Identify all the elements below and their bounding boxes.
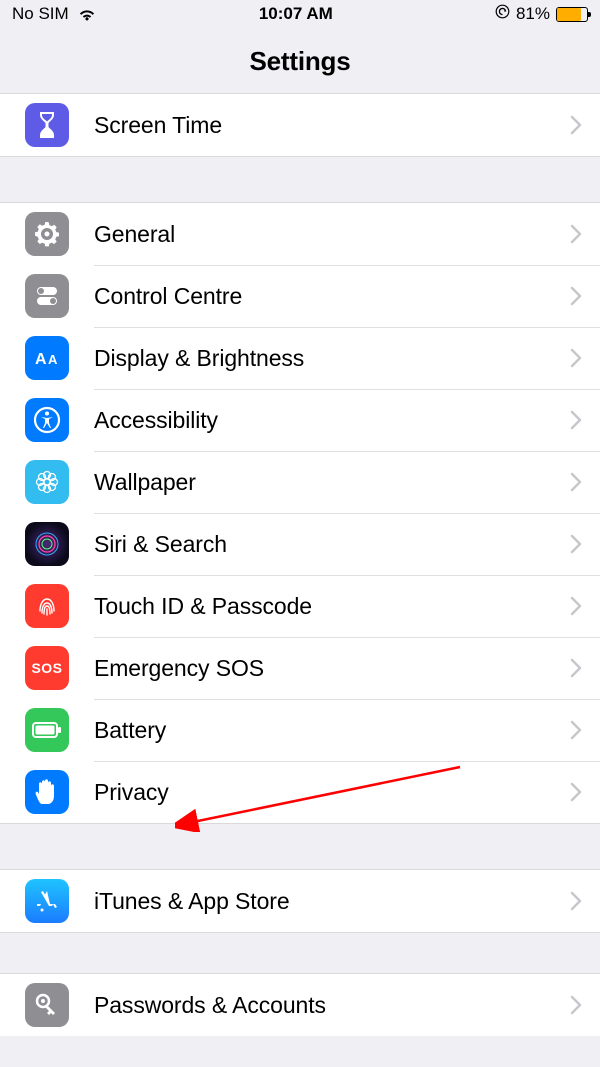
row-label: Accessibility xyxy=(94,407,570,434)
row-label: iTunes & App Store xyxy=(94,888,570,915)
chevron-right-icon xyxy=(570,286,582,306)
settings-group-3: Passwords & Accounts xyxy=(0,973,600,1036)
accessibility-row[interactable]: Accessibility xyxy=(0,389,600,451)
row-label: General xyxy=(94,221,570,248)
general-row[interactable]: General xyxy=(0,203,600,265)
wallpaper-row[interactable]: Wallpaper xyxy=(0,451,600,513)
svg-text:SOS: SOS xyxy=(31,660,62,676)
row-label: Emergency SOS xyxy=(94,655,570,682)
accessibility-icon xyxy=(25,398,69,442)
appstore-icon xyxy=(25,879,69,923)
page-title: Settings xyxy=(0,46,600,77)
chevron-right-icon xyxy=(570,891,582,911)
flower-icon xyxy=(25,460,69,504)
chevron-right-icon xyxy=(570,410,582,430)
siri-icon xyxy=(25,522,69,566)
svg-text:A: A xyxy=(48,352,58,367)
clock-text: 10:07 AM xyxy=(259,4,333,24)
fingerprint-icon xyxy=(25,584,69,628)
chevron-right-icon xyxy=(570,782,582,802)
row-label: Screen Time xyxy=(94,112,570,139)
battery-icon xyxy=(556,7,588,22)
display-brightness-row[interactable]: AA Display & Brightness xyxy=(0,327,600,389)
itunes-appstore-row[interactable]: iTunes & App Store xyxy=(0,870,600,932)
page-header: Settings xyxy=(0,28,600,93)
sos-icon: SOS xyxy=(25,646,69,690)
chevron-right-icon xyxy=(570,658,582,678)
text-size-icon: AA xyxy=(25,336,69,380)
row-label: Display & Brightness xyxy=(94,345,570,372)
row-label: Battery xyxy=(94,717,570,744)
passwords-accounts-row[interactable]: Passwords & Accounts xyxy=(0,974,600,1036)
wifi-icon xyxy=(77,7,97,22)
battery-percent-text: 81% xyxy=(516,4,550,24)
battery-row[interactable]: Battery xyxy=(0,699,600,761)
chevron-right-icon xyxy=(570,534,582,554)
key-icon xyxy=(25,983,69,1027)
row-label: Siri & Search xyxy=(94,531,570,558)
row-label: Passwords & Accounts xyxy=(94,992,570,1019)
carrier-text: No SIM xyxy=(12,4,69,24)
toggles-icon xyxy=(25,274,69,318)
chevron-right-icon xyxy=(570,224,582,244)
hourglass-icon xyxy=(25,103,69,147)
svg-text:A: A xyxy=(35,351,47,368)
emergency-sos-row[interactable]: SOS Emergency SOS xyxy=(0,637,600,699)
chevron-right-icon xyxy=(570,348,582,368)
chevron-right-icon xyxy=(570,115,582,135)
hand-icon xyxy=(25,770,69,814)
control-centre-row[interactable]: Control Centre xyxy=(0,265,600,327)
settings-group-1: General Control Centre AA Display & Brig… xyxy=(0,202,600,824)
chevron-right-icon xyxy=(570,596,582,616)
settings-group-2: iTunes & App Store xyxy=(0,869,600,933)
privacy-row[interactable]: Privacy xyxy=(0,761,600,823)
settings-group-0: Screen Time xyxy=(0,93,600,157)
touch-id-row[interactable]: Touch ID & Passcode xyxy=(0,575,600,637)
row-label: Privacy xyxy=(94,779,570,806)
row-label: Wallpaper xyxy=(94,469,570,496)
rotation-lock-icon xyxy=(495,4,510,24)
chevron-right-icon xyxy=(570,995,582,1015)
battery-icon xyxy=(25,708,69,752)
row-label: Touch ID & Passcode xyxy=(94,593,570,620)
siri-search-row[interactable]: Siri & Search xyxy=(0,513,600,575)
chevron-right-icon xyxy=(570,472,582,492)
chevron-right-icon xyxy=(570,720,582,740)
status-bar: No SIM 10:07 AM 81% xyxy=(0,0,600,28)
gear-icon xyxy=(25,212,69,256)
row-label: Control Centre xyxy=(94,283,570,310)
screen-time-row[interactable]: Screen Time xyxy=(0,94,600,156)
